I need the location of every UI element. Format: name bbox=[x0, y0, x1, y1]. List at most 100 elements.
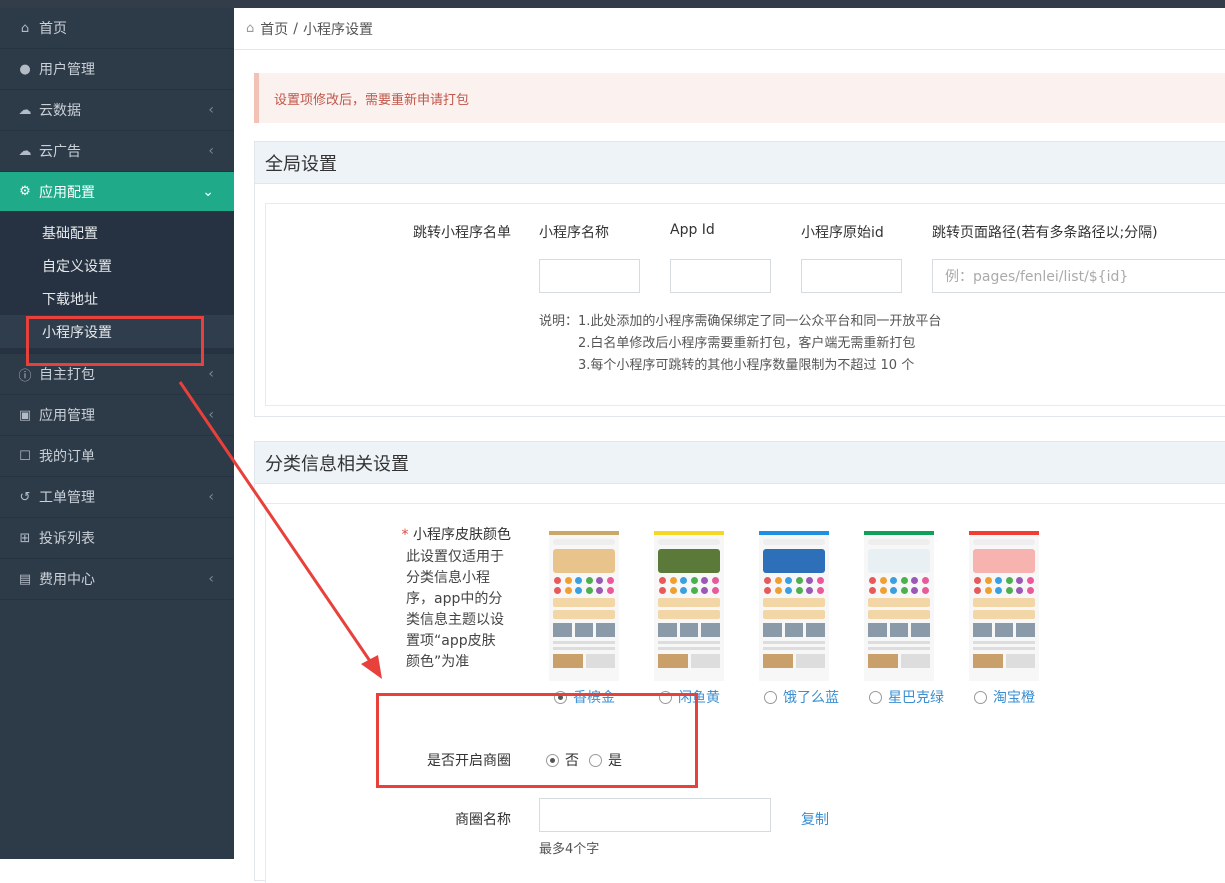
sidebar-subitem-custom-settings[interactable]: 自定义设置 bbox=[0, 249, 234, 282]
annotation-highlight-business-circle bbox=[376, 693, 698, 788]
skin-radio-label: 饿了么蓝 bbox=[783, 690, 839, 706]
history-icon: ↺ bbox=[19, 489, 31, 505]
sidebar-item-label: 首页 bbox=[39, 21, 67, 37]
sidebar-item-label: 云广告 bbox=[39, 144, 81, 160]
skin-radio-label: 淘宝橙 bbox=[993, 690, 1035, 706]
sidebar-item-label: 工单管理 bbox=[39, 490, 95, 506]
skin-preview-thumbnail[interactable] bbox=[864, 531, 934, 681]
skin-desc-line: 此设置仅适用于 bbox=[406, 549, 504, 565]
breadcrumb-current: 小程序设置 bbox=[302, 21, 373, 38]
radio-unchecked-icon bbox=[764, 690, 777, 704]
skin-desc-line: 序，app中的分 bbox=[406, 591, 503, 607]
annotation-highlight-sidebar bbox=[26, 316, 204, 366]
skin-preview-thumbnail[interactable] bbox=[759, 531, 829, 681]
sidebar-item-app-management[interactable]: ▣ 应用管理 ‹ bbox=[0, 395, 234, 436]
skin-radio-label: 星巴克绿 bbox=[888, 690, 944, 706]
note-line-2: 2.白名单修改后小程序需要重新打包，客户端无需重新打包 bbox=[578, 336, 916, 351]
global-settings-panel: 全局设置 跳转小程序名单 小程序名称 App Id 小程序原始id 跳转页面路径… bbox=[254, 141, 1225, 417]
sidebar-item-label: 云数据 bbox=[39, 103, 81, 119]
skin-preview-thumbnail[interactable] bbox=[969, 531, 1039, 681]
sidebar-item-complaints[interactable]: ⊞ 投诉列表 bbox=[0, 518, 234, 559]
chevron-left-icon: ‹ bbox=[208, 571, 214, 587]
sidebar-item-home[interactable]: ⌂ 首页 bbox=[0, 8, 234, 49]
breadcrumb-home[interactable]: 首页 bbox=[260, 19, 288, 39]
sidebar-item-label: 投诉列表 bbox=[39, 531, 95, 547]
warning-alert: 设置项修改后，需要重新申请打包 bbox=[254, 73, 1225, 123]
page-path-input[interactable]: 例：pages/fenlei/list/${id} bbox=[932, 259, 1225, 293]
sidebar-item-tickets[interactable]: ↺ 工单管理 ‹ bbox=[0, 477, 234, 518]
category-settings-panel: 分类信息相关设置 * 小程序皮肤颜色 此设置仅适用于 分类信息小程 序，app中… bbox=[254, 441, 1225, 883]
business-circle-name-hint: 最多4个字 bbox=[539, 842, 600, 857]
info-icon: ⓘ bbox=[18, 368, 32, 384]
gears-icon: ⚙ bbox=[19, 184, 31, 199]
radio-unchecked-icon bbox=[974, 690, 987, 704]
sidebar-subitem-label: 自定义设置 bbox=[42, 258, 112, 275]
chevron-left-icon: ‹ bbox=[208, 143, 214, 159]
original-id-input[interactable] bbox=[801, 259, 902, 293]
breadcrumb: ⌂ 首页 / 小程序设置 bbox=[234, 8, 1225, 50]
business-circle-name-input[interactable] bbox=[539, 798, 771, 832]
chevron-down-icon: ⌄ bbox=[202, 183, 214, 200]
skin-radio[interactable]: 星巴克绿 bbox=[869, 687, 944, 707]
chevron-left-icon: ‹ bbox=[208, 407, 214, 423]
breadcrumb-separator: / bbox=[293, 20, 298, 37]
skin-radio[interactable]: 淘宝橙 bbox=[974, 687, 1035, 707]
panel-title: 分类信息相关设置 bbox=[255, 442, 1225, 484]
column-header-path: 跳转页面路径(若有多条路径以;分隔) bbox=[932, 225, 1158, 241]
skin-color-label-text: 小程序皮肤颜色 bbox=[413, 527, 511, 543]
chevron-left-icon: ‹ bbox=[208, 102, 214, 118]
sidebar-item-billing[interactable]: ▤ 费用中心 ‹ bbox=[0, 559, 234, 600]
sidebar-subitem-label: 基础配置 bbox=[42, 225, 98, 242]
sidebar-item-my-orders[interactable]: ☐ 我的订单 bbox=[0, 436, 234, 477]
sidebar-item-users[interactable]: ● 用户管理 bbox=[0, 49, 234, 90]
sidebar-item-label: 自主打包 bbox=[39, 367, 95, 383]
skin-desc-line: 颜色”为准 bbox=[406, 654, 470, 670]
sidebar-item-cloud-ads[interactable]: ☁ 云广告 ‹ bbox=[0, 131, 234, 172]
sidebar-item-label: 费用中心 bbox=[39, 572, 95, 588]
whitelist-label: 跳转小程序名单 bbox=[413, 225, 511, 241]
panel-title: 全局设置 bbox=[255, 142, 1225, 184]
top-bar bbox=[0, 0, 1225, 8]
sidebar-subitem-basic-config[interactable]: 基础配置 bbox=[0, 216, 234, 249]
page-path-placeholder: 例：pages/fenlei/list/${id} bbox=[945, 269, 1129, 285]
skin-desc-line: 置项“app皮肤 bbox=[406, 633, 496, 649]
sidebar-item-label: 应用管理 bbox=[39, 408, 95, 424]
sidebar-subitem-download-url[interactable]: 下载地址 bbox=[0, 282, 234, 315]
skin-color-label: * 小程序皮肤颜色 bbox=[386, 524, 511, 544]
cloud-icon: ☁ bbox=[18, 102, 32, 118]
cloud-icon: ☁ bbox=[18, 143, 32, 159]
note-line-3: 3.每个小程序可跳转的其他小程序数量限制为不超过 10 个 bbox=[578, 358, 915, 373]
sidebar-item-cloud-data[interactable]: ☁ 云数据 ‹ bbox=[0, 90, 234, 131]
sidebar-item-app-config[interactable]: ⚙ 应用配置 ⌄ bbox=[0, 172, 234, 212]
sidebar-item-label: 应用配置 bbox=[39, 184, 95, 201]
chevron-left-icon: ‹ bbox=[208, 489, 214, 505]
skin-desc-line: 类信息主题以设 bbox=[406, 612, 504, 628]
home-icon: ⌂ bbox=[20, 20, 30, 36]
money-icon: ▤ bbox=[18, 571, 32, 587]
skin-radio[interactable]: 饿了么蓝 bbox=[764, 687, 839, 707]
note-line-1: 说明：1.此处添加的小程序需确保绑定了同一公众平台和同一开放平台 bbox=[539, 314, 942, 329]
skin-preview-thumbnail[interactable] bbox=[549, 531, 619, 681]
miniprogram-name-input[interactable] bbox=[539, 259, 640, 293]
alert-text: 设置项修改后，需要重新申请打包 bbox=[274, 92, 470, 108]
radio-unchecked-icon bbox=[869, 690, 882, 704]
copy-link[interactable]: 复制 bbox=[801, 809, 829, 829]
required-marker: * bbox=[401, 527, 409, 543]
column-header-name: 小程序名称 bbox=[539, 225, 609, 241]
home-icon: ⌂ bbox=[246, 21, 255, 36]
skin-preview-thumbnail[interactable] bbox=[654, 531, 724, 681]
cart-icon: ☐ bbox=[19, 448, 31, 464]
appid-input[interactable] bbox=[670, 259, 771, 293]
users-icon: ● bbox=[19, 61, 31, 77]
business-circle-name-label: 商圈名称 bbox=[455, 812, 511, 828]
column-header-appid: App Id bbox=[670, 222, 715, 238]
sidebar: ⌂ 首页 ● 用户管理 ☁ 云数据 ‹ ☁ 云广告 ‹ ⚙ 应用配置 ⌄ 基础配… bbox=[0, 8, 234, 859]
sidebar-item-label: 我的订单 bbox=[39, 449, 95, 465]
skin-description: 此设置仅适用于 分类信息小程 序，app中的分 类信息主题以设 置项“app皮肤… bbox=[406, 547, 516, 673]
skin-desc-line: 分类信息小程 bbox=[406, 570, 490, 586]
apps-icon: ▣ bbox=[18, 407, 32, 423]
column-header-original-id: 小程序原始id bbox=[801, 225, 884, 241]
sidebar-item-label: 用户管理 bbox=[39, 62, 95, 78]
chevron-left-icon: ‹ bbox=[208, 366, 214, 382]
plus-square-icon: ⊞ bbox=[19, 530, 31, 546]
